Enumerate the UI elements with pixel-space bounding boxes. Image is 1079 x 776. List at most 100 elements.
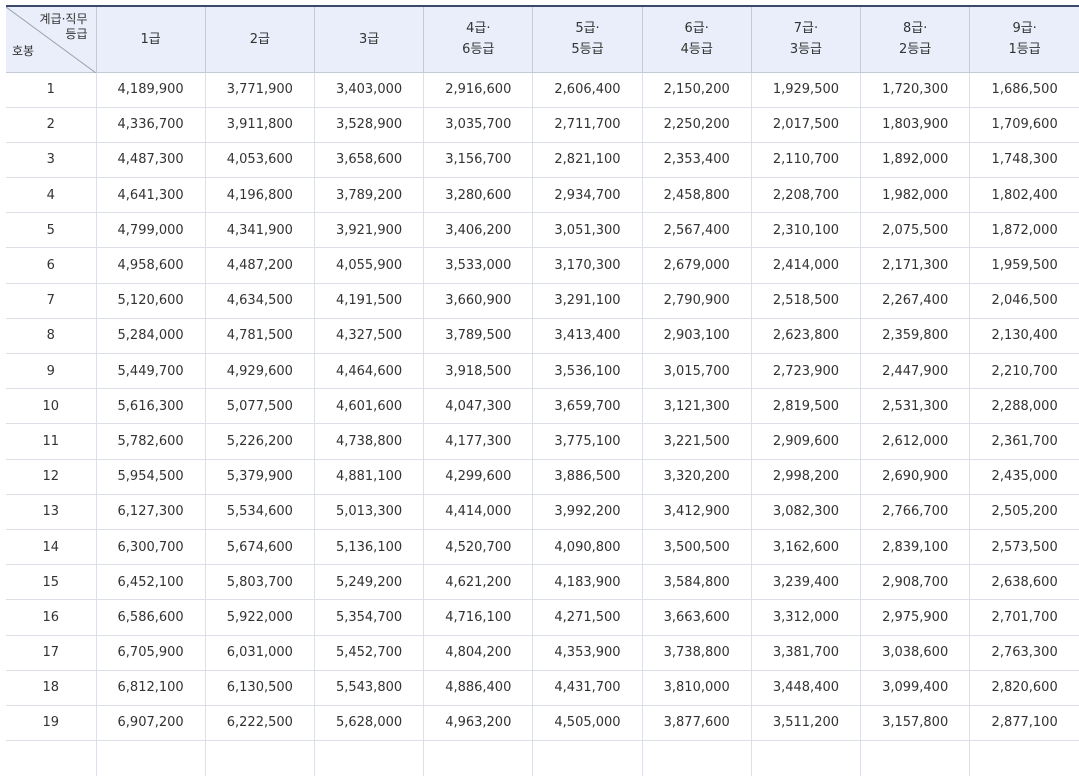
grade-header-line2: 6등급	[462, 42, 495, 58]
grade-header-8: 8급· 2등급	[860, 5, 970, 73]
salary-cell: 3,035,700	[423, 107, 533, 143]
salary-cell: 3,810,000	[641, 670, 752, 706]
salary-cell: 5,674,600	[204, 529, 315, 566]
salary-cell: 2,359,800	[860, 318, 970, 355]
salary-cell: 2,171,300	[860, 247, 970, 284]
salary-cell: 3,886,500	[532, 459, 643, 495]
salary-cell: 3,500,500	[641, 529, 752, 566]
salary-cell: 2,819,500	[750, 388, 861, 425]
salary-cell: 5,782,600	[95, 423, 206, 460]
salary-cell: 4,487,300	[95, 142, 206, 179]
salary-cell: 6,300,700	[95, 529, 206, 566]
salary-cell: 2,763,300	[969, 635, 1079, 671]
step-cell: 13	[6, 494, 97, 530]
salary-cell: 3,099,400	[860, 670, 970, 706]
salary-cell: 2,267,400	[860, 283, 970, 319]
salary-cell: 4,520,700	[423, 529, 533, 566]
salary-cell: 3,406,200	[423, 212, 533, 249]
salary-cell: 3,921,900	[313, 212, 424, 249]
salary-cell: 3,775,100	[532, 423, 643, 460]
salary-cell: 2,612,000	[860, 423, 970, 460]
salary-cell: 5,534,600	[204, 494, 315, 530]
table-body: 1 4,189,900 3,771,900 3,403,000 2,916,600 2,6…	[6, 72, 1079, 776]
salary-cell: 3,658,600	[313, 142, 424, 179]
salary-cell: 5,616,300	[95, 388, 206, 425]
salary-cell: 2,310,100	[750, 212, 861, 249]
salary-cell: 3,918,500	[423, 353, 533, 390]
salary-cell: 5,354,700	[313, 599, 424, 636]
grade-header-line1: 8급·	[902, 21, 928, 37]
salary-cell: 4,634,500	[204, 283, 315, 319]
empty-cell	[750, 740, 861, 776]
salary-cell: 5,249,200	[313, 564, 424, 601]
salary-cell: 4,299,600	[423, 459, 533, 495]
salary-cell: 2,567,400	[641, 212, 752, 249]
grade-header-4: 4급· 6등급	[423, 5, 533, 73]
salary-cell: 1,720,300	[860, 72, 970, 108]
salary-cell: 1,803,900	[860, 107, 970, 143]
salary-cell: 3,528,900	[313, 107, 424, 143]
salary-cell: 2,766,700	[860, 494, 970, 530]
salary-cell: 5,284,000	[95, 318, 206, 355]
salary-cell: 3,412,900	[641, 494, 752, 530]
salary-cell: 6,907,200	[95, 705, 206, 742]
salary-cell: 3,877,600	[641, 705, 752, 742]
grade-header-line1: 4급·	[466, 21, 491, 37]
salary-cell: 3,536,100	[532, 353, 643, 390]
salary-cell: 2,505,200	[969, 494, 1079, 530]
grade-header-line1: 3급	[358, 31, 380, 47]
salary-cell: 4,431,700	[532, 670, 643, 706]
grade-header-5: 5급· 5등급	[532, 5, 643, 73]
table-row-partial	[6, 740, 1079, 776]
grade-header-line2: 2등급	[899, 42, 932, 58]
salary-cell: 4,641,300	[95, 177, 206, 214]
salary-cell: 6,130,500	[204, 670, 315, 706]
step-cell: 6	[6, 247, 97, 284]
salary-cell: 3,448,400	[750, 670, 861, 706]
salary-cell: 4,487,200	[204, 247, 315, 284]
salary-cell: 3,771,900	[204, 72, 315, 108]
salary-cell: 4,196,800	[204, 177, 315, 214]
header-row: 계급·직무 등급 호봉 1급 2급 3급 4급· 6등급 5급· 5등급 6급· 4등급 7급· 3…	[6, 5, 1079, 73]
step-cell: 19	[6, 705, 97, 742]
table-row: 1 4,189,900 3,771,900 3,403,000 2,916,600 2,6…	[6, 72, 1079, 108]
salary-cell: 4,963,200	[423, 705, 533, 742]
salary-cell: 6,031,000	[204, 635, 315, 671]
salary-cell: 2,361,700	[969, 423, 1079, 460]
empty-cell	[969, 740, 1079, 776]
salary-cell: 5,379,900	[204, 459, 315, 495]
salary-cell: 1,872,000	[969, 212, 1079, 249]
salary-cell: 2,518,500	[750, 283, 861, 319]
salary-cell: 2,723,900	[750, 353, 861, 390]
salary-cell: 4,621,200	[423, 564, 533, 601]
salary-cell: 3,381,700	[750, 635, 861, 671]
salary-cell: 2,353,400	[641, 142, 752, 179]
salary-table: 계급·직무 등급 호봉 1급 2급 3급 4급· 6등급 5급· 5등급 6급· 4등급 7급· 3…	[6, 5, 1079, 776]
grade-header-1: 1급	[95, 5, 206, 73]
empty-cell	[423, 740, 533, 776]
salary-cell: 2,210,700	[969, 353, 1079, 390]
salary-cell: 4,271,500	[532, 599, 643, 636]
salary-cell: 4,781,500	[204, 318, 315, 355]
step-cell: 15	[6, 564, 97, 601]
salary-cell: 4,177,300	[423, 423, 533, 460]
salary-cell: 2,877,100	[969, 705, 1079, 742]
salary-cell: 2,638,600	[969, 564, 1079, 601]
grade-header-line1: 1급	[140, 31, 161, 47]
salary-cell: 5,452,700	[313, 635, 424, 671]
salary-cell: 3,413,400	[532, 318, 643, 355]
salary-cell: 1,929,500	[750, 72, 861, 108]
salary-cell: 2,208,700	[750, 177, 861, 214]
corner-label-step: 호봉	[12, 43, 35, 58]
salary-cell: 3,221,500	[641, 423, 752, 460]
salary-cell: 2,934,700	[532, 177, 643, 214]
salary-cell: 4,414,000	[423, 494, 533, 530]
salary-cell: 2,288,000	[969, 388, 1079, 425]
salary-cell: 2,790,900	[641, 283, 752, 319]
salary-cell: 3,156,700	[423, 142, 533, 179]
salary-cell: 2,975,900	[860, 599, 970, 636]
grade-header-line1: 6급·	[684, 21, 709, 37]
salary-cell: 3,312,000	[750, 599, 861, 636]
table-row: 14 6,300,700 5,674,600 5,136,100 4,520,700 4,…	[6, 529, 1079, 566]
grade-header-line1: 7급·	[793, 21, 819, 37]
